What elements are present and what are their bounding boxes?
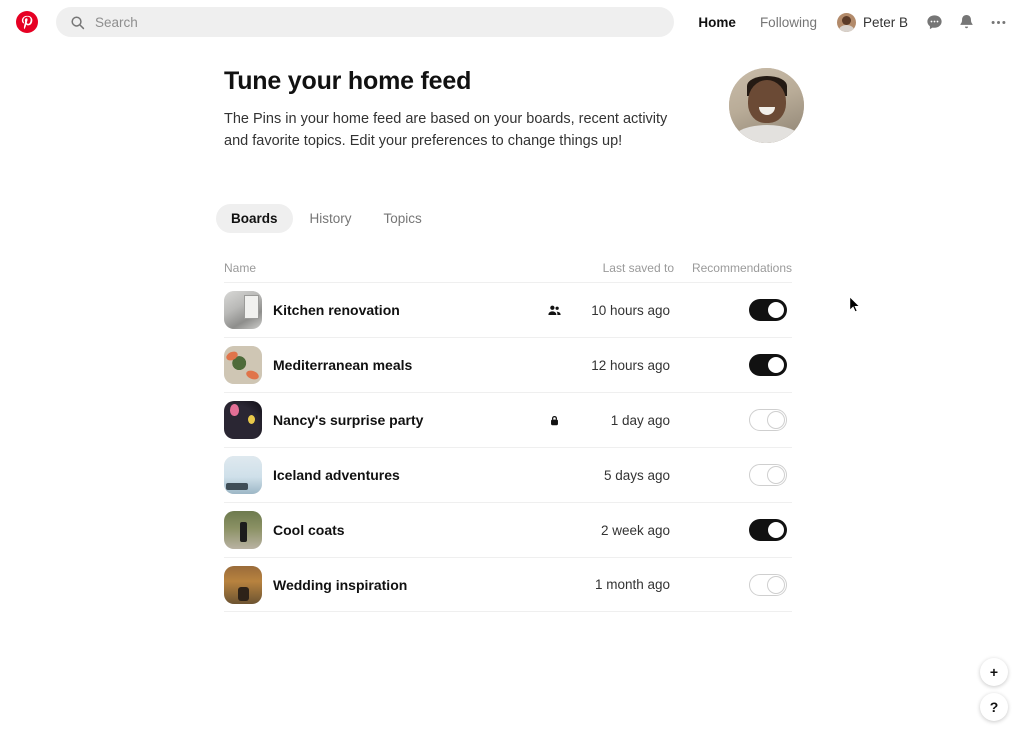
board-name[interactable]: Wedding inspiration (273, 577, 407, 593)
last-saved-value: 12 hours ago (591, 357, 670, 373)
notifications-icon[interactable] (950, 6, 982, 38)
recommendations-toggle[interactable] (749, 464, 787, 486)
mouse-cursor (849, 295, 861, 319)
board-thumbnail (224, 456, 262, 494)
table-row[interactable]: Nancy's surprise party 1 day ago (224, 392, 792, 447)
board-thumbnail (224, 401, 262, 439)
board-name[interactable]: Nancy's surprise party (273, 412, 423, 428)
board-thumbnail (224, 291, 262, 329)
pinterest-logo[interactable] (12, 7, 42, 37)
board-thumbnail (224, 346, 262, 384)
board-name[interactable]: Cool coats (273, 522, 345, 538)
recommendations-toggle-cell[interactable] (749, 409, 787, 431)
column-header-name: Name (224, 261, 257, 275)
boards-table: Name Last saved to Recommendations Kitch… (224, 254, 792, 612)
account-menu[interactable]: Peter B (829, 9, 918, 36)
board-thumbnail (224, 565, 262, 604)
table-row[interactable]: Iceland adventures 5 days ago (224, 447, 792, 502)
last-saved-value: 5 days ago (603, 467, 670, 483)
tab-boards[interactable]: Boards (216, 204, 293, 233)
account-name: Peter B (862, 14, 908, 30)
recommendations-toggle[interactable] (749, 573, 787, 596)
board-name[interactable]: Mediterranean meals (273, 357, 412, 373)
recommendations-toggle[interactable] (749, 519, 787, 541)
table-header-row: Name Last saved to Recommendations (224, 254, 792, 282)
search-bar[interactable] (56, 7, 675, 37)
nav-link-following[interactable]: Following (748, 9, 829, 36)
page-subtitle: The Pins in your home feed are based on … (224, 110, 668, 150)
column-header-recommendations: Recommendations (691, 261, 792, 275)
create-button[interactable]: + (980, 658, 1008, 686)
recommendations-toggle-cell[interactable] (749, 573, 787, 596)
last-saved-value: 1 month ago (594, 577, 670, 592)
recommendations-toggle[interactable] (749, 409, 787, 431)
nav-link-home[interactable]: Home (686, 9, 748, 36)
profile-avatar[interactable] (729, 68, 804, 143)
page-title: Tune your home feed (224, 67, 472, 95)
group-icon (544, 300, 564, 320)
avatar (836, 12, 856, 32)
hero-section: Tune your home feed The Pins in your hom… (224, 64, 804, 153)
nav-right-group: Home Following Peter B (686, 6, 1014, 38)
column-header-last-saved: Last saved to (602, 261, 674, 275)
lock-icon (544, 410, 564, 430)
search-icon (70, 15, 85, 30)
recommendations-toggle-cell[interactable] (749, 354, 787, 376)
tab-history[interactable]: History (295, 204, 367, 233)
table-row[interactable]: Cool coats 2 week ago (224, 502, 792, 557)
top-navigation-bar: Home Following Peter B (0, 0, 1024, 44)
tab-bar: Boards History Topics (216, 204, 437, 233)
board-name[interactable]: Iceland adventures (273, 467, 400, 483)
board-thumbnail (224, 511, 262, 549)
more-options-icon[interactable] (982, 6, 1014, 38)
recommendations-toggle[interactable] (749, 299, 787, 321)
recommendations-toggle[interactable] (749, 354, 787, 376)
recommendations-toggle-cell[interactable] (749, 464, 787, 486)
last-saved-value: 1 day ago (610, 412, 670, 428)
help-button[interactable]: ? (980, 693, 1008, 721)
tab-topics[interactable]: Topics (369, 204, 437, 233)
hero-text: Tune your home feed The Pins in your hom… (224, 64, 674, 153)
recommendations-toggle-cell[interactable] (749, 519, 787, 541)
table-row[interactable]: Wedding inspiration 1 month ago (224, 557, 792, 612)
messages-icon[interactable] (918, 6, 950, 38)
last-saved-value: 2 week ago (600, 522, 670, 538)
table-row[interactable]: Mediterranean meals 12 hours ago (224, 337, 792, 392)
table-row[interactable]: Kitchen renovation 10 hours ago (224, 282, 792, 337)
recommendations-toggle-cell[interactable] (749, 299, 787, 321)
search-input[interactable] (95, 14, 661, 30)
board-name[interactable]: Kitchen renovation (273, 302, 400, 318)
last-saved-value: 10 hours ago (591, 302, 670, 318)
